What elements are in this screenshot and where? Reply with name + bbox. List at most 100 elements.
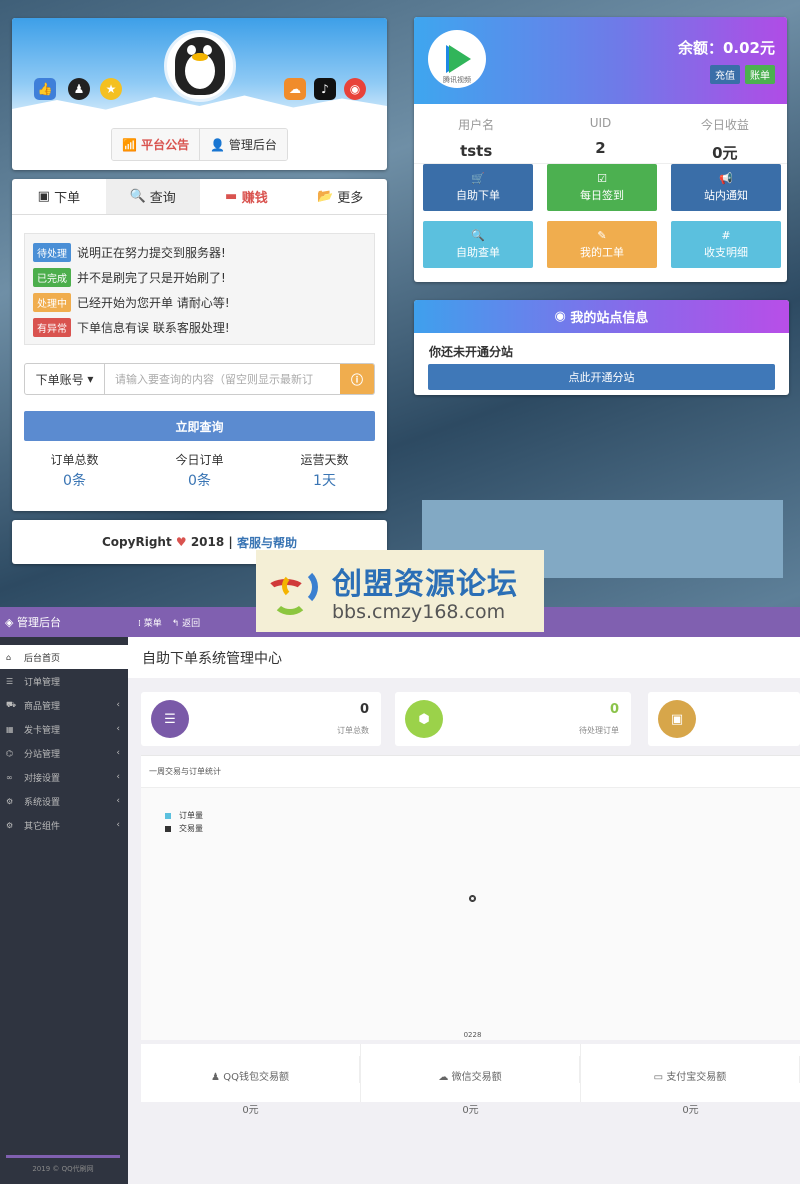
briefcase-icon: ▣ xyxy=(658,700,696,738)
user-card: 腾讯视频 余额：0.02元 充值 账单 用户名 tsts UID 2 今日收益 0元 … xyxy=(414,17,787,282)
admin-content: 自助下单系统管理中心 ☰ 0 订单总数 ⬢ 0 待处理订单 ▣ 一周交易与订单统… xyxy=(128,637,800,1184)
cogs-icon: ⚙ xyxy=(6,820,14,830)
my-tickets-button[interactable]: ✎ 我的工单 xyxy=(547,221,657,268)
info-income: 今日收益 0元 xyxy=(700,118,749,162)
status-row: 待处理 说明正在努力提交到服务器! xyxy=(33,240,366,265)
site-info-header: ◉ 我的站点信息 xyxy=(414,300,789,333)
sidebar-item-cards[interactable]: ▦ 发卡管理 ‹ xyxy=(0,717,128,741)
stat-card-total: ☰ 0 订单总数 xyxy=(141,692,381,746)
ledger-button[interactable]: 账单 xyxy=(745,65,775,84)
sidebar-item-home[interactable]: ⌂ 后台首页 xyxy=(0,645,128,669)
status-badge: 处理中 xyxy=(33,293,71,312)
grid-icon: ▦ xyxy=(6,724,14,734)
sitemap-icon: ⌬ xyxy=(6,748,13,758)
folder-icon: 📂 xyxy=(316,189,338,204)
star-icon[interactable]: ★ xyxy=(100,78,122,100)
billing-detail-button[interactable]: # 收支明细 xyxy=(671,221,781,268)
play-icon xyxy=(449,45,471,73)
back-button[interactable]: ↰ 返回 xyxy=(172,616,200,629)
page-title: 自助下单系统管理中心 xyxy=(128,637,800,678)
notice-button[interactable]: 📢 站内通知 xyxy=(671,164,781,211)
user-header: 腾讯视频 余额：0.02元 充值 账单 xyxy=(414,17,787,104)
swirl-logo-icon xyxy=(262,559,326,623)
menu-toggle-button[interactable]: ⁞ 菜单 xyxy=(138,616,162,629)
sidebar-item-integration[interactable]: ∞ 对接设置 ‹ xyxy=(0,765,128,789)
status-row: 已完成 并不是刷完了只是开始刷了! xyxy=(33,265,366,290)
thumb-up-icon[interactable]: 👍 xyxy=(34,78,56,100)
user-icon: 👤 xyxy=(210,138,229,152)
wechat-icon: ☁ xyxy=(438,1072,449,1083)
profile-banner: 👍 ♟ ★ ☁ ♪ ◉ xyxy=(12,18,387,118)
megaphone-icon: 📢 xyxy=(719,172,733,185)
chevron-left-icon: ‹ xyxy=(116,772,120,782)
list-icon: ☰ xyxy=(6,676,14,686)
search-icon: 🔍 xyxy=(129,189,150,204)
info-username: 用户名 tsts xyxy=(458,118,495,160)
chart-plot: 0228 xyxy=(464,895,481,1039)
admin-button[interactable]: 👤 管理后台 xyxy=(200,129,287,160)
tab-query[interactable]: 🔍 查询 xyxy=(105,179,200,214)
list-icon: ☰ xyxy=(151,700,189,738)
sidebar-item-substations[interactable]: ⌬ 分站管理 ‹ xyxy=(0,741,128,765)
money-icon: ▬ xyxy=(224,189,242,204)
action-grid: 🛒 自助下单 ☑ 每日签到 📢 站内通知 🔍 自助查单 ✎ 我的工单 # 收支明细 xyxy=(414,164,787,268)
wechat-icon[interactable]: ☁ xyxy=(284,78,306,100)
self-query-button[interactable]: 🔍 自助查单 xyxy=(423,221,533,268)
qq-icon: ♟ xyxy=(211,1072,221,1083)
info-button[interactable]: ⓘ xyxy=(340,364,374,394)
avatar[interactable] xyxy=(164,30,236,102)
weekly-chart: 一周交易与订单统计 订单量 交易量 0228 xyxy=(141,755,800,1040)
watermark-url: bbs.cmzy168.com xyxy=(332,601,506,623)
tab-more[interactable]: 📂 更多 xyxy=(293,179,387,214)
query-input[interactable]: 请输入要查询的内容（留空则显示最新订 xyxy=(105,364,340,394)
tab-order[interactable]: ▣ 下单 xyxy=(12,179,106,214)
wifi-icon: 📶 xyxy=(122,138,142,152)
query-submit-button[interactable]: 立即查询 xyxy=(24,411,375,441)
tab-earn[interactable]: ▬ 赚钱 xyxy=(200,179,294,214)
search-icon: 🔍 xyxy=(471,229,485,242)
stat-card-pending: ⬢ 0 待处理订单 xyxy=(395,692,631,746)
back-icon: ↰ xyxy=(171,618,183,629)
recharge-button[interactable]: 充值 xyxy=(710,65,740,84)
self-order-button[interactable]: 🛒 自助下单 xyxy=(423,164,533,211)
tab-bar: ▣ 下单 🔍 查询 ▬ 赚钱 📂 更多 xyxy=(12,179,387,215)
card-icon: ▭ xyxy=(653,1072,664,1083)
payment-summary: ♟ QQ钱包交易额 0元 ☁ 微信交易额 0元 ▭ 支付宝交易额 0元 xyxy=(141,1044,800,1116)
gear-icon: ⚙ xyxy=(6,796,14,806)
help-link[interactable]: 客服与帮助 xyxy=(237,534,297,551)
caret-down-icon: ▾ xyxy=(83,372,94,386)
home-icon: ⌂ xyxy=(6,652,12,662)
link-icon: ∞ xyxy=(6,772,13,782)
stat-total-orders: 订单总数 0条 xyxy=(50,453,99,489)
sidebar-footer: 2019 © QQ代刷网 xyxy=(6,1155,120,1174)
admin-brand[interactable]: ◈ 管理后台 xyxy=(0,614,128,630)
data-point-1[interactable] xyxy=(470,896,475,901)
chevron-left-icon: ‹ xyxy=(116,748,120,758)
daily-checkin-button[interactable]: ☑ 每日签到 xyxy=(547,164,657,211)
sidebar-item-system[interactable]: ⚙ 系统设置 ‹ xyxy=(0,789,128,813)
query-stats: 订单总数 0条 今日订单 0条 运营天数 1天 xyxy=(12,451,387,490)
profile-card: 👍 ♟ ★ ☁ ♪ ◉ 📶 平台公告 👤 管理后台 xyxy=(12,18,387,170)
sidebar-item-components[interactable]: ⚙ 其它组件 ‹ xyxy=(0,813,128,837)
weibo-icon[interactable]: ◉ xyxy=(344,78,366,100)
announce-button[interactable]: 📶 平台公告 xyxy=(112,129,201,160)
cube-icon: ⬢ xyxy=(405,700,443,738)
tencent-video-logo: 腾讯视频 xyxy=(428,30,486,88)
status-row: 有异常 下单信息有误 联系客服处理! xyxy=(33,315,366,340)
status-badge: 有异常 xyxy=(33,318,71,337)
info-uid: UID 2 xyxy=(589,116,612,157)
status-legend: 待处理 说明正在努力提交到服务器! 已完成 并不是刷完了只是开始刷了! 处理中 已经开… xyxy=(24,233,375,345)
chevron-left-icon: ‹ xyxy=(116,700,120,710)
edit-icon: ✎ xyxy=(597,229,607,242)
user-info: 用户名 tsts UID 2 今日收益 0元 xyxy=(414,104,787,164)
tiktok-icon[interactable]: ♪ xyxy=(314,78,336,100)
watermark-banner: 创盟资源论坛 bbs.cmzy168.com xyxy=(256,550,544,632)
chevron-left-icon: ‹ xyxy=(116,796,120,806)
sidebar-item-products[interactable]: ⛟ 商品管理 ‹ xyxy=(0,693,128,717)
cube-icon: ◈ xyxy=(5,616,17,629)
qq-icon[interactable]: ♟ xyxy=(68,78,90,100)
sidebar-item-orders[interactable]: ☰ 订单管理 xyxy=(0,669,128,693)
checkbox-icon: ☑ xyxy=(597,172,607,185)
query-type-select[interactable]: 下单账号 ▾ xyxy=(25,364,105,394)
open-substation-button[interactable]: 点此开通分站 xyxy=(428,364,775,390)
